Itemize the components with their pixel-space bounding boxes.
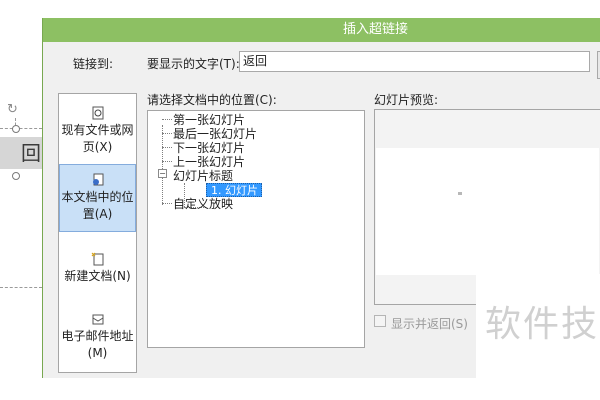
- tree-expand-icon[interactable]: −: [158, 169, 167, 178]
- tree-item-slide-1[interactable]: 1. 幻灯片 1: [206, 183, 269, 197]
- link-to-label: 链接到:: [73, 57, 114, 71]
- dialog-title: 插入超链接: [343, 22, 409, 37]
- tree-guide-line: [162, 133, 172, 134]
- web-page-icon: [92, 106, 103, 120]
- rotate-handle-icon[interactable]: ↻: [7, 103, 21, 117]
- tree-item-first-slide[interactable]: 第一张幻灯片: [173, 113, 245, 127]
- tree-item-last-slide[interactable]: 最后一张幻灯片: [173, 127, 257, 141]
- email-icon: [92, 314, 103, 325]
- link-item-label: 现有文件或网页(X): [61, 123, 134, 154]
- tree-item-slide-titles[interactable]: 幻灯片标题: [173, 169, 233, 183]
- tree-item-custom-shows[interactable]: 自定义放映: [173, 197, 233, 211]
- link-email-address[interactable]: 电子邮件地址(M): [59, 312, 136, 364]
- show-and-return-checkbox[interactable]: [374, 315, 386, 327]
- tree-guide-line: [162, 161, 172, 162]
- resize-handle-top[interactable]: [12, 125, 20, 133]
- tree-guide-line: [162, 203, 172, 204]
- preview-slide-thumbnail: [376, 148, 599, 275]
- link-existing-file-or-web-page[interactable]: 现有文件或网页(X): [59, 106, 136, 160]
- select-place-label: 请选择文档中的位置(C):: [147, 93, 277, 107]
- slide-preview-label: 幻灯片预览:: [374, 93, 439, 107]
- link-item-label: 新建文档(N): [64, 269, 131, 283]
- link-to-pane: 现有文件或网页(X) 本文档中的位置(A) 新建文档(N) 电子邮件地址(M): [58, 93, 137, 373]
- slide-border-bottom: [0, 287, 42, 288]
- tree-item-previous-slide[interactable]: 上一张幻灯片: [173, 155, 245, 169]
- new-document-icon: [91, 252, 103, 266]
- slide-text-box[interactable]: 回: [0, 137, 43, 169]
- document-place-icon: [92, 173, 103, 186]
- slide-border-top: [0, 128, 42, 129]
- watermark-text: 软件技: [485, 304, 600, 345]
- preview-slide-content: [458, 192, 462, 195]
- document-place-tree[interactable]: 第一张幻灯片 最后一张幻灯片 下一张幻灯片 上一张幻灯片 − 幻灯片标题 1. …: [147, 110, 365, 348]
- link-new-document[interactable]: 新建文档(N): [59, 252, 136, 290]
- show-and-return-label: 显示并返回(S): [391, 317, 468, 331]
- resize-handle-bottom[interactable]: [12, 172, 20, 180]
- dialog-titlebar[interactable]: 插入超链接: [43, 18, 600, 42]
- tree-guide-line: [162, 125, 163, 205]
- link-item-label: 本文档中的位置(A): [61, 190, 134, 221]
- tree-guide-line: [162, 147, 172, 148]
- link-item-label: 电子邮件地址(M): [61, 329, 134, 360]
- text-to-display-input[interactable]: 返回: [239, 51, 590, 72]
- text-to-display-label: 要显示的文字(T):: [147, 57, 240, 71]
- tree-item-next-slide[interactable]: 下一张幻灯片: [173, 141, 245, 155]
- tree-guide-line: [162, 119, 172, 120]
- link-place-in-document[interactable]: 本文档中的位置(A): [59, 164, 136, 232]
